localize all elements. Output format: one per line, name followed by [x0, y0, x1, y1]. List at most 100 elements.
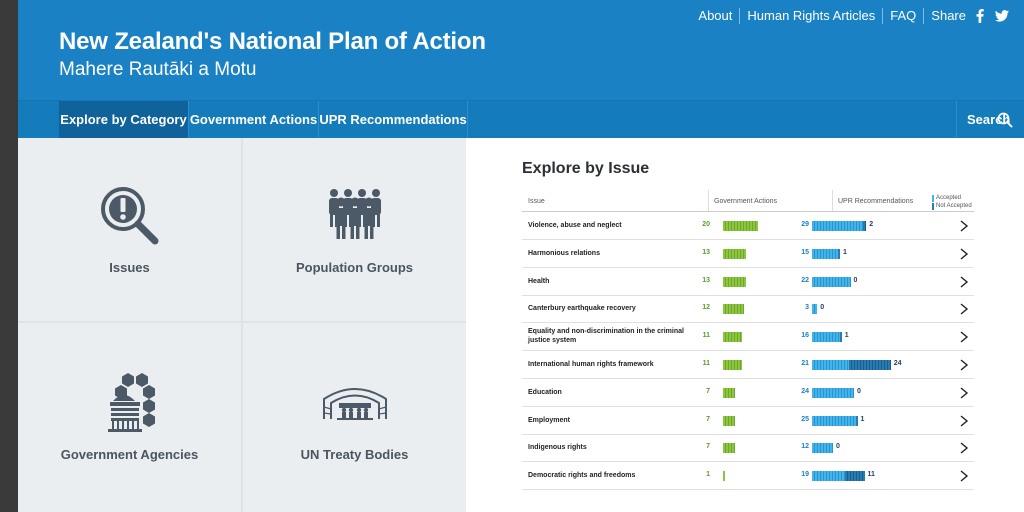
category-tile-government-agencies[interactable]: Government Agencies — [18, 323, 241, 512]
government-actions-count: 20 — [702, 221, 710, 228]
government-actions-count: 7 — [706, 387, 710, 395]
beehive-building-icon — [108, 373, 155, 432]
people-group-icon — [329, 189, 381, 239]
human-rights-articles-link[interactable]: Human Rights Articles — [740, 8, 884, 24]
category-grid: Issues Population Groups Government Agen… — [18, 138, 466, 512]
upr-not-accepted-bar — [845, 471, 865, 482]
issue-panel-title: Explore by Issue — [522, 160, 650, 177]
tab-government-actions[interactable]: Government Actions — [189, 101, 319, 138]
government-actions-count: 7 — [706, 443, 710, 451]
chevron-right-icon[interactable] — [959, 248, 969, 260]
legend-not-accepted-swatch — [932, 202, 934, 210]
issue-name: Democratic rights and freedoms — [528, 472, 636, 480]
chevron-right-icon[interactable] — [959, 470, 969, 482]
upr-not-accepted-count: 1 — [843, 248, 847, 256]
top-links: About Human Rights Articles FAQ Share — [691, 8, 1010, 24]
upr-not-accepted-count: 0 — [853, 276, 858, 284]
upr-accepted-bar — [812, 443, 833, 454]
upr-accepted-bar — [812, 360, 849, 370]
issue-name: Education — [528, 388, 562, 396]
search-button[interactable]: Search — [956, 101, 1024, 138]
category-tile-un-treaty-bodies[interactable]: UN Treaty Bodies — [243, 323, 466, 512]
upr-accepted-count: 25 — [801, 415, 809, 423]
government-actions-count: 11 — [702, 332, 710, 340]
issue-row[interactable]: International human rights framework 11 21… — [522, 351, 974, 379]
upr-not-accepted-bar — [848, 360, 891, 370]
assembly-chamber-icon — [323, 388, 387, 420]
upr-not-accepted-count: 1 — [860, 415, 865, 423]
issue-row[interactable]: Education 7 24 0 — [522, 379, 974, 407]
twitter-icon[interactable] — [994, 8, 1010, 24]
facebook-icon[interactable] — [972, 8, 988, 24]
upr-not-accepted-count: 0 — [836, 443, 840, 451]
legend-not-accepted: Not Accepted — [932, 202, 972, 210]
category-label: UN Treaty Bodies — [300, 447, 409, 462]
chevron-right-icon[interactable] — [959, 220, 969, 232]
upr-accepted-count: 24 — [801, 387, 809, 395]
government-actions-bar — [723, 443, 736, 454]
alert-magnifier-icon — [101, 187, 159, 245]
chevron-right-icon[interactable] — [959, 442, 969, 454]
upr-accepted-bar — [812, 415, 856, 426]
upr-accepted-count: 22 — [801, 276, 809, 284]
issue-row[interactable]: Democratic rights and freedoms 1 19 11 — [522, 462, 974, 491]
column-divider — [832, 190, 833, 212]
faq-link[interactable]: FAQ — [883, 8, 925, 24]
upr-not-accepted-count: 1 — [844, 332, 849, 340]
government-actions-bar — [723, 304, 744, 315]
upr-not-accepted-bar — [855, 415, 858, 426]
issue-name: Indigenous rights — [528, 444, 587, 452]
government-actions-count: 12 — [702, 304, 710, 312]
issue-panel: Explore by Issue Issue Government Action… — [466, 138, 1024, 512]
column-header-government-actions: Government Actions — [714, 198, 778, 205]
chevron-right-icon[interactable] — [959, 415, 969, 427]
issue-row[interactable]: Indigenous rights 7 12 0 — [522, 434, 974, 463]
tab-explore-by-category[interactable]: Explore by Category — [59, 101, 189, 138]
government-actions-bar — [723, 276, 746, 287]
government-actions-bar — [723, 221, 758, 231]
share-label: Share — [931, 8, 966, 23]
chevron-right-icon[interactable] — [959, 387, 969, 399]
column-header-issue: Issue — [528, 198, 545, 205]
chevron-right-icon[interactable] — [959, 303, 969, 315]
category-tile-issues[interactable]: Issues — [18, 138, 241, 321]
upr-accepted-count: 12 — [801, 443, 809, 451]
category-label: Government Agencies — [60, 447, 199, 462]
category-label: Population Groups — [296, 260, 413, 275]
issue-row[interactable]: Harmonious relations 13 15 1 — [522, 240, 974, 268]
government-actions-bar — [723, 415, 736, 426]
government-actions-bar — [723, 471, 725, 482]
upr-accepted-count: 21 — [801, 360, 809, 367]
government-actions-bar — [723, 360, 743, 370]
chevron-right-icon[interactable] — [959, 331, 969, 343]
chevron-right-icon[interactable] — [959, 359, 969, 371]
main-nav: Explore by Category Government Actions U… — [18, 100, 1024, 138]
site-title[interactable]: New Zealand's National Plan of Action — [59, 28, 486, 56]
upr-accepted-count: 29 — [801, 221, 809, 228]
column-header-upr-recommendations: UPR Recommendations — [838, 198, 914, 205]
upr-not-accepted-bar — [862, 221, 867, 231]
government-actions-bar — [723, 332, 743, 343]
issue-row[interactable]: Violence, abuse and neglect 20 29 2 — [522, 212, 974, 240]
about-link[interactable]: About — [691, 8, 741, 24]
issue-name: Violence, abuse and neglect — [528, 222, 622, 229]
upr-accepted-bar — [812, 387, 854, 398]
issue-name: Equality and non-discrimination in the c… — [528, 328, 684, 345]
issue-row[interactable]: Employment 7 25 1 — [522, 407, 974, 435]
category-tile-population-groups[interactable]: Population Groups — [243, 138, 466, 321]
legend-accepted-label: Accepted — [936, 195, 962, 201]
issue-row[interactable]: Health 13 22 0 — [522, 268, 974, 296]
upr-not-accepted-count: 0 — [820, 304, 825, 312]
legend: Accepted Not Accepted — [932, 194, 972, 210]
government-actions-count: 7 — [706, 415, 710, 423]
upr-not-accepted-count: 0 — [857, 387, 861, 395]
issue-row[interactable]: Canterbury earthquake recovery 12 3 0 — [522, 295, 974, 324]
issue-row[interactable]: Equality and non-discrimination in the c… — [522, 323, 974, 352]
upr-not-accepted-bar — [840, 332, 842, 343]
upr-accepted-count: 16 — [801, 332, 809, 340]
category-label: Issues — [109, 260, 150, 275]
issue-name: International human rights framework — [528, 361, 654, 368]
upr-accepted-bar — [812, 304, 818, 315]
tab-upr-recommendations[interactable]: UPR Recommendations — [319, 101, 468, 138]
chevron-right-icon[interactable] — [959, 276, 969, 288]
